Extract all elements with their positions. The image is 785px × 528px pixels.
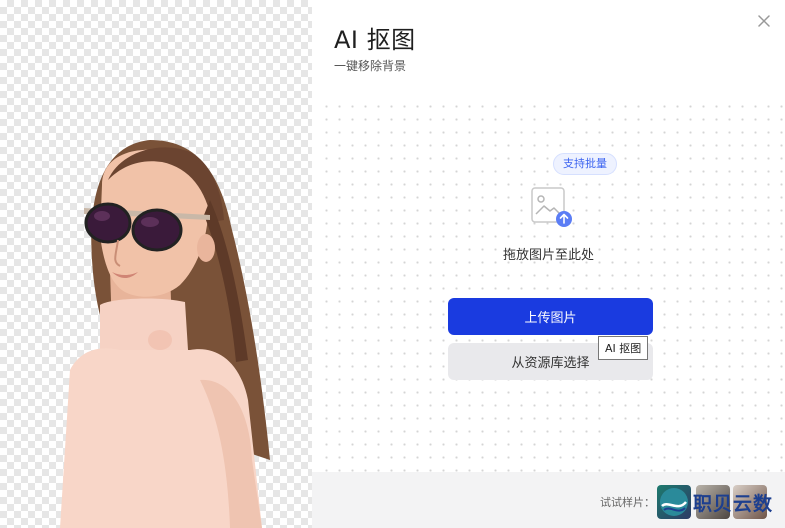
try-samples-label: 试试样片： (600, 496, 655, 509)
watermark-text: 职贝云数 (693, 492, 774, 515)
batch-support-badge: 支持批量 (553, 153, 617, 175)
woman-cutout-image (60, 140, 270, 528)
watermark-logo-icon (660, 488, 688, 516)
upload-image-button[interactable]: 上传图片 (448, 298, 653, 335)
page-subtitle: 一键移除背景 (334, 59, 407, 73)
page-title: AI 抠图 (334, 26, 416, 54)
drop-zone[interactable] (320, 100, 785, 472)
drop-hint-text: 拖放图片至此处 (502, 248, 594, 263)
sample-footer: 试试样片： 职贝云数 (312, 472, 785, 528)
image-upload-icon (531, 187, 572, 227)
tooltip: AI 抠图 (598, 336, 649, 360)
ai-cutout-panel: AI 抠图 一键移除背景 支持批量 拖放图片至此处 上传图片 从资源库选择 AI… (312, 0, 785, 528)
cutout-preview (0, 0, 312, 528)
watermark: 职贝云数 (658, 486, 773, 518)
close-icon[interactable] (755, 12, 773, 30)
